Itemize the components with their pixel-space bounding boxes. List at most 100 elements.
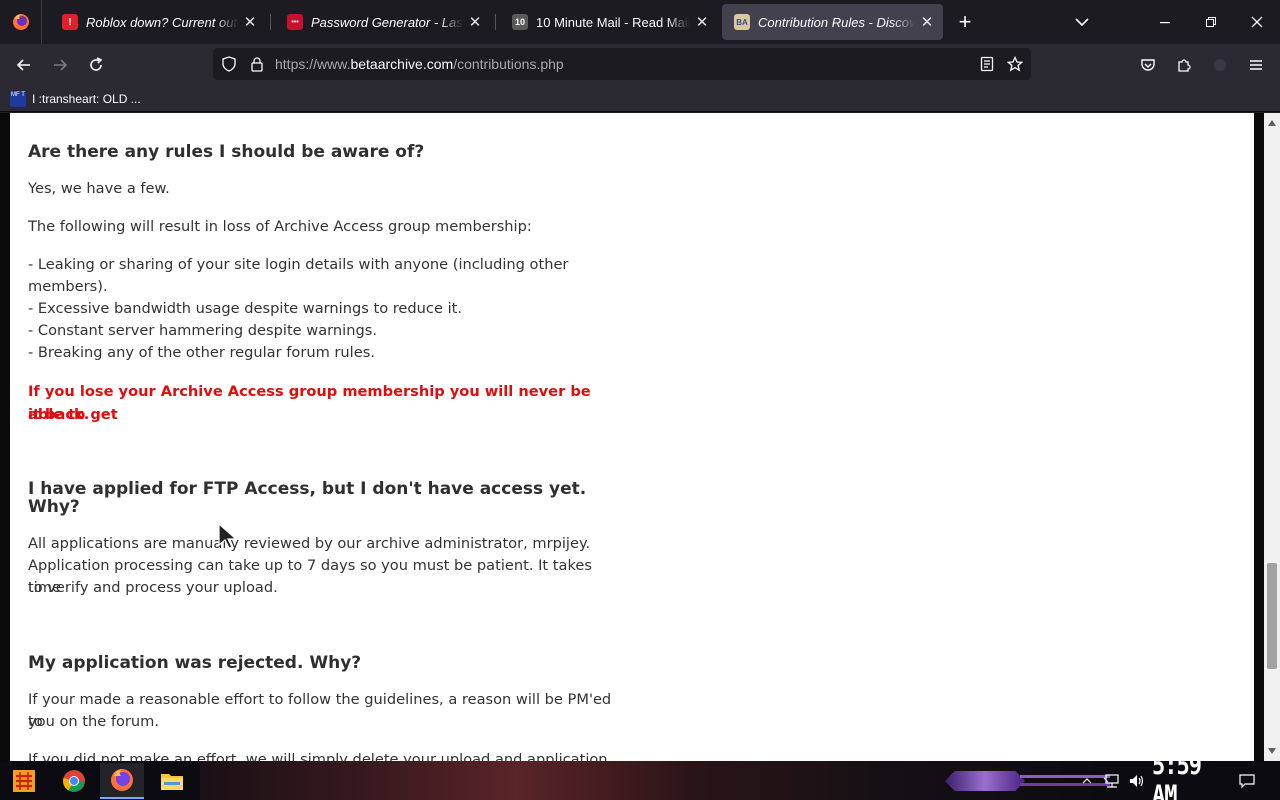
reader-view-icon[interactable] — [979, 56, 995, 72]
section-heading-continued: Why? — [28, 497, 80, 517]
plus-icon: + — [958, 9, 972, 34]
lastpass-icon: ••• — [287, 14, 303, 30]
account-icon — [1214, 59, 1226, 71]
tab-10minutemail[interactable]: 10 10 Minute Mail - Read Mail ✕ — [500, 4, 718, 40]
paragraph: All applications are manually reviewed b… — [28, 535, 591, 552]
page-viewport: Are there any rules I should be aware of… — [0, 113, 1264, 761]
page-content: Are there any rules I should be aware of… — [10, 113, 1254, 761]
paragraph: The following will result in loss of Arc… — [28, 218, 532, 235]
extensions-button[interactable] — [1168, 49, 1200, 81]
start-button[interactable] — [2, 763, 46, 799]
url-path: /contributions.php — [453, 56, 564, 72]
close-window-button[interactable] — [1234, 0, 1280, 44]
rule-item: - Breaking any of the other regular foru… — [28, 344, 375, 361]
tab-roblox[interactable]: ! Roblox down? Current outages ✕ — [50, 4, 266, 40]
paragraph: Yes, we have a few. — [28, 180, 170, 197]
tab-title: 10 Minute Mail - Read Mail — [536, 14, 690, 30]
bookmark-label: I :transheart: OLD ... — [32, 92, 141, 106]
firefox-icon — [12, 14, 29, 30]
url-domain: betaarchive.com — [350, 56, 454, 72]
firefox-view-button[interactable] — [0, 0, 42, 44]
tab-title: Contribution Rules - Discover — [758, 14, 915, 30]
exclamation-icon: ! — [62, 14, 78, 30]
lock-icon[interactable] — [249, 56, 265, 72]
scrollbar-thumb[interactable] — [1267, 563, 1277, 669]
pocket-button[interactable] — [1132, 49, 1164, 81]
triangle-down-icon — [1268, 748, 1276, 754]
tab-divider — [495, 14, 496, 30]
close-tab-icon[interactable]: ✕ — [467, 14, 483, 31]
paragraph-cut-off: If you did not make an effort, we will s… — [28, 751, 613, 761]
forward-button[interactable] — [44, 49, 76, 81]
section-heading: I have applied for FTP Access, but I don… — [28, 479, 587, 499]
taskbar-file-explorer[interactable] — [150, 763, 194, 799]
restore-icon — [1206, 17, 1216, 27]
arrow-right-icon — [54, 59, 68, 71]
list-all-tabs-button[interactable] — [1070, 10, 1094, 34]
volume-button[interactable] — [1125, 761, 1149, 800]
tab-betaarchive[interactable]: BA Contribution Rules - Discover ✕ — [722, 4, 943, 40]
tab-divider — [270, 14, 271, 30]
minimize-icon — [1160, 22, 1170, 24]
tab-strip: ! Roblox down? Current outages ✕ ••• Pas… — [0, 0, 1280, 44]
mouse-cursor-icon — [218, 523, 238, 549]
pocket-icon — [1141, 59, 1155, 71]
rule-item: - Leaking or sharing of your site login … — [28, 256, 569, 273]
10minutemail-icon: 10 — [512, 14, 528, 30]
scroll-up-button[interactable] — [1264, 115, 1280, 131]
new-tab-button[interactable]: + — [953, 9, 977, 34]
taskbar: 5:59 AM — [0, 761, 1280, 800]
bookmark-item[interactable]: MF T I :transheart: OLD ... — [10, 89, 141, 109]
page-scrollbar[interactable] — [1264, 113, 1280, 761]
bookmark-favicon-icon: MF T — [10, 91, 26, 107]
close-tab-icon[interactable]: ✕ — [694, 14, 710, 31]
tab-lastpass[interactable]: ••• Password Generator - LastPass ✕ — [275, 4, 491, 40]
paragraph: you on the forum. — [28, 713, 160, 730]
hamburger-menu-icon — [1250, 60, 1262, 70]
chevron-down-icon — [1075, 18, 1089, 27]
reload-icon — [90, 57, 103, 71]
taskbar-chrome[interactable] — [52, 763, 96, 799]
section-heading: My application was rejected. Why? — [28, 653, 362, 673]
app-menu-button[interactable] — [1240, 49, 1272, 81]
bookmark-star-icon[interactable] — [1007, 56, 1023, 72]
bookmarks-toolbar: MF T I :transheart: OLD ... — [0, 86, 1280, 112]
close-tab-icon[interactable]: ✕ — [919, 14, 935, 31]
scroll-down-button[interactable] — [1264, 743, 1280, 759]
warning-text-continued: it back. — [28, 406, 90, 423]
firefox-icon — [111, 769, 133, 791]
section-heading: Are there any rules I should be aware of… — [28, 142, 425, 162]
notification-icon — [1239, 773, 1255, 788]
close-tab-icon[interactable]: ✕ — [242, 14, 258, 31]
puzzle-icon — [1178, 59, 1191, 72]
chevron-up-icon — [1082, 777, 1092, 783]
restore-button[interactable] — [1188, 0, 1234, 44]
taskbar-decoration — [1020, 783, 1110, 786]
account-button[interactable] — [1204, 49, 1236, 81]
triangle-up-icon — [1268, 120, 1276, 126]
betaarchive-icon: BA — [734, 14, 750, 30]
shield-icon[interactable] — [221, 56, 237, 72]
taskbar-decoration — [1020, 775, 1110, 778]
taskbar-clock[interactable]: 5:59 AM — [1152, 761, 1224, 800]
minimize-button[interactable] — [1142, 0, 1188, 44]
url-text[interactable]: https://www.betaarchive.com/contribution… — [275, 56, 564, 72]
action-center-button[interactable] — [1232, 761, 1262, 800]
reload-button[interactable] — [80, 49, 112, 81]
rule-item: - Excessive bandwidth usage despite warn… — [28, 300, 462, 317]
start-icon — [13, 770, 35, 792]
paragraph: to verify and process your upload. — [28, 579, 278, 596]
rule-item-continued: members). — [28, 278, 108, 295]
taskbar-firefox[interactable] — [100, 763, 144, 799]
arrow-left-icon — [16, 59, 30, 71]
chrome-icon — [63, 770, 85, 792]
network-icon — [1103, 773, 1119, 788]
url-bar[interactable]: https://www.betaarchive.com/contribution… — [213, 48, 1031, 80]
file-explorer-icon — [161, 774, 183, 790]
show-hidden-icons-button[interactable] — [1078, 761, 1096, 800]
close-icon — [1251, 16, 1263, 28]
back-button[interactable] — [8, 49, 40, 81]
rule-item: - Constant server hammering despite warn… — [28, 322, 377, 339]
network-button[interactable] — [1100, 761, 1124, 800]
speaker-icon — [1130, 774, 1144, 787]
